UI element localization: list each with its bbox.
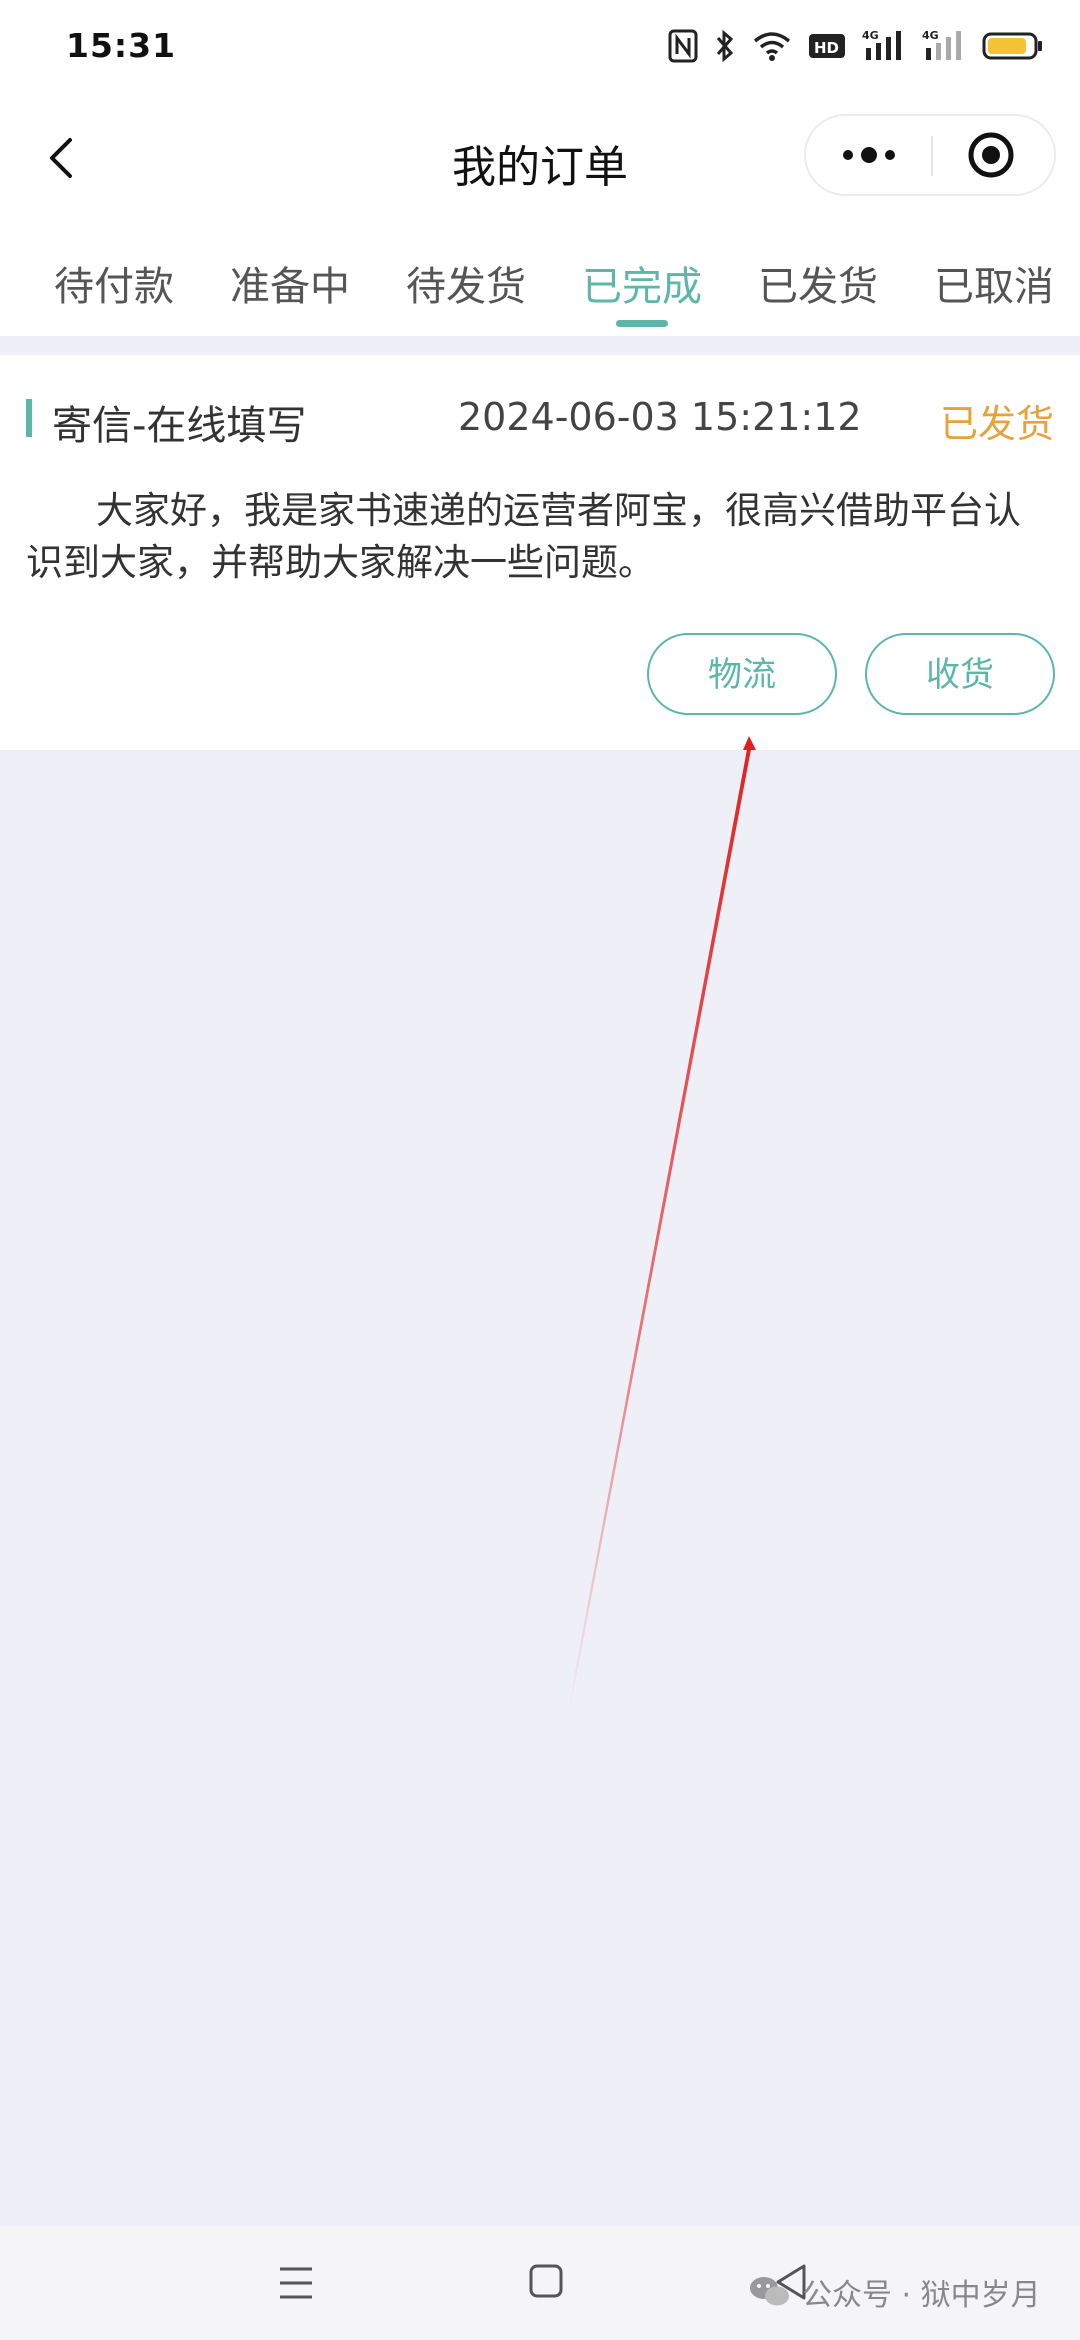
home-square-icon (529, 2264, 563, 2298)
mini-program-capsule (804, 114, 1056, 196)
active-tab-indicator (616, 320, 668, 327)
status-time: 15:31 (66, 26, 177, 65)
tab-completed[interactable]: 已完成 (554, 254, 730, 312)
status-bar: 15:31 HD 4G 4G (0, 0, 1080, 96)
more-button[interactable] (806, 116, 931, 194)
receive-button[interactable]: 收货 (865, 633, 1055, 715)
svg-text:HD: HD (814, 39, 839, 57)
order-card: 寄信-在线填写 2024-06-03 15:21:12 已发货 大家好，我是家书… (0, 355, 1080, 750)
close-mini-program-button[interactable] (933, 116, 1054, 194)
signal-4g-icon: 4G (862, 28, 906, 68)
tab-to-ship[interactable]: 待发货 (378, 254, 554, 312)
more-dots-icon (843, 147, 895, 163)
menu-icon (280, 2267, 312, 2299)
tab-cancelled[interactable]: 已取消 (906, 254, 1080, 312)
order-tabs: 待付款 准备中 待发货 已完成 已发货 已取消 (0, 220, 1080, 336)
svg-text:4G: 4G (862, 29, 879, 42)
watermark-text: 公众号 · 狱中岁月 (802, 2278, 1041, 2313)
hd-icon: HD (808, 31, 846, 65)
svg-text:4G: 4G (922, 29, 939, 42)
nfc-icon (668, 29, 698, 67)
annotation-arrow (568, 736, 756, 1710)
tab-preparing[interactable]: 准备中 (202, 254, 378, 312)
logistics-button[interactable]: 物流 (647, 633, 837, 715)
watermark: 公众号 · 狱中岁月 (748, 2270, 1041, 2314)
home-button[interactable] (527, 2262, 565, 2300)
system-nav-bar: 公众号 · 狱中岁月 (0, 2226, 1080, 2340)
wechat-icon (750, 2277, 789, 2306)
order-status: 已发货 (939, 402, 1054, 446)
order-time: 2024-06-03 15:21:12 (458, 395, 862, 439)
tab-shipped[interactable]: 已发货 (730, 254, 906, 312)
recent-apps-button[interactable] (276, 2262, 316, 2304)
battery-icon (982, 31, 1044, 65)
nav-bar: 我的订单 (0, 96, 1080, 220)
tab-pending-payment[interactable]: 待付款 (26, 254, 202, 312)
target-icon (968, 132, 1014, 178)
status-icons: HD 4G 4G (668, 28, 1044, 68)
order-content: 大家好，我是家书速递的运营者阿宝，很高兴借助平台认识到大家，并帮助大家解决一些问… (26, 489, 1021, 584)
card-accent-bar (26, 399, 32, 437)
wifi-icon (752, 29, 792, 67)
bluetooth-icon (714, 29, 736, 67)
order-type: 寄信-在线填写 (52, 403, 307, 449)
signal-4g-icon-2: 4G (922, 28, 966, 68)
